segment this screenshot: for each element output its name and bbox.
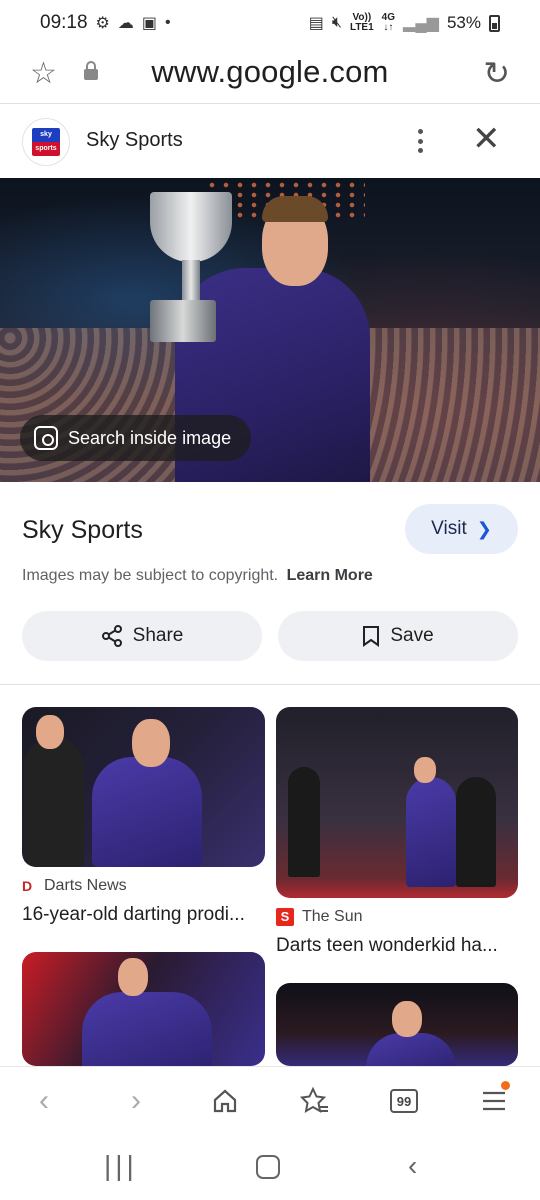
trophy-cup bbox=[150, 192, 232, 262]
result-source[interactable]: S The Sun bbox=[276, 908, 362, 926]
official-body bbox=[288, 767, 320, 877]
bookmarks-icon[interactable] bbox=[295, 1081, 335, 1121]
cloud-icon: ☁ bbox=[117, 15, 134, 32]
close-icon[interactable]: ✕ bbox=[472, 122, 501, 156]
referee-body bbox=[24, 737, 84, 867]
system-nav-bar: ||| ‹ bbox=[0, 1132, 540, 1200]
share-icon bbox=[101, 625, 122, 647]
recents-icon[interactable]: ||| bbox=[104, 1150, 138, 1182]
status-bar: 09:18 ⚙ ☁ ▣ • ▤ 🔇︎ Vo)) LTE1 4G ↓↑ ▂▄▆ 53% bbox=[0, 0, 540, 46]
result-title[interactable]: 16-year-old darting prodi... bbox=[22, 904, 265, 926]
figure-face bbox=[118, 958, 148, 996]
more-vert-icon[interactable] bbox=[408, 126, 432, 156]
the-sun-icon: S bbox=[276, 908, 294, 926]
visit-button[interactable]: Visit ❯ bbox=[405, 504, 518, 554]
referee-face bbox=[36, 715, 64, 749]
result-source-label: Darts News bbox=[44, 877, 127, 894]
divider bbox=[0, 684, 540, 685]
url-text[interactable]: www.google.com bbox=[0, 54, 540, 90]
referee-body bbox=[456, 777, 496, 887]
screen-icon: ▣ bbox=[141, 15, 158, 32]
save-label: Save bbox=[390, 625, 434, 646]
volte-indicator: Vo)) LTE1 bbox=[349, 12, 374, 33]
visit-label: Visit bbox=[431, 518, 467, 539]
site-logo: sky sports bbox=[22, 118, 70, 166]
reload-icon[interactable]: ↻ bbox=[483, 54, 510, 92]
figure-face bbox=[414, 757, 436, 783]
trophy-base bbox=[150, 300, 216, 342]
chevron-right-icon: ❯ bbox=[476, 518, 492, 539]
result-title[interactable]: Darts teen wonderkid ha... bbox=[276, 935, 518, 957]
learn-more-link[interactable]: Learn More bbox=[287, 567, 373, 584]
back-icon[interactable]: ‹ bbox=[24, 1081, 64, 1121]
figure-body bbox=[406, 777, 456, 887]
menu-icon[interactable] bbox=[474, 1081, 514, 1121]
figure-face bbox=[132, 719, 170, 767]
result-image[interactable] bbox=[276, 707, 518, 898]
figure-body bbox=[92, 757, 202, 867]
copyright-notice: Images may be subject to copyright. Lear… bbox=[22, 567, 373, 585]
data-saver-icon: ▤ bbox=[308, 15, 324, 32]
mute-icon: 🔇︎ bbox=[331, 14, 342, 31]
hero-image[interactable]: Search inside image bbox=[0, 178, 540, 482]
battery-percent: 53% bbox=[446, 13, 481, 32]
url-bar: ☆ www.google.com ↻ bbox=[0, 46, 540, 102]
source-name: Sky Sports bbox=[22, 516, 143, 544]
home-nav-icon[interactable] bbox=[256, 1155, 280, 1179]
save-button[interactable]: Save bbox=[278, 611, 518, 661]
dot-icon: • bbox=[165, 14, 171, 31]
lens-icon bbox=[34, 426, 58, 450]
network-type: 4G ↓↑ bbox=[381, 12, 396, 33]
player-hair bbox=[262, 196, 328, 222]
result-image[interactable] bbox=[22, 707, 265, 867]
share-label: Share bbox=[132, 625, 184, 646]
status-time: 09:18 bbox=[40, 12, 88, 33]
forward-icon[interactable]: › bbox=[116, 1081, 156, 1121]
signal-icon: ▂▄▆ bbox=[403, 15, 439, 32]
share-button[interactable]: Share bbox=[22, 611, 262, 661]
figure-body bbox=[82, 992, 212, 1066]
site-name: Sky Sports bbox=[86, 129, 183, 151]
tabs-button[interactable]: 99 bbox=[384, 1081, 424, 1121]
copyright-text: Images may be subject to copyright. bbox=[22, 567, 279, 584]
result-image[interactable] bbox=[22, 952, 265, 1066]
settings-icon: ⚙ bbox=[95, 15, 110, 32]
figure-face bbox=[392, 1001, 422, 1037]
battery-icon bbox=[489, 14, 500, 32]
back-nav-icon[interactable]: ‹ bbox=[408, 1150, 417, 1182]
figure-body bbox=[366, 1033, 456, 1066]
bookmark-icon bbox=[363, 626, 380, 647]
trophy-stem bbox=[182, 260, 200, 300]
notification-dot bbox=[501, 1081, 510, 1090]
home-icon[interactable] bbox=[205, 1081, 245, 1121]
browser-toolbar: ‹ › 99 bbox=[0, 1066, 540, 1132]
result-source-label: The Sun bbox=[302, 908, 363, 925]
darts-news-icon: D bbox=[22, 878, 33, 894]
result-image[interactable] bbox=[276, 983, 518, 1066]
result-source[interactable]: D Darts News bbox=[22, 877, 127, 895]
sheet-header: sky sports Sky Sports ✕ bbox=[0, 104, 540, 178]
search-inside-image-button[interactable]: Search inside image bbox=[20, 415, 252, 461]
search-inside-label: Search inside image bbox=[68, 427, 232, 448]
tabs-icon: 99 bbox=[390, 1089, 418, 1113]
